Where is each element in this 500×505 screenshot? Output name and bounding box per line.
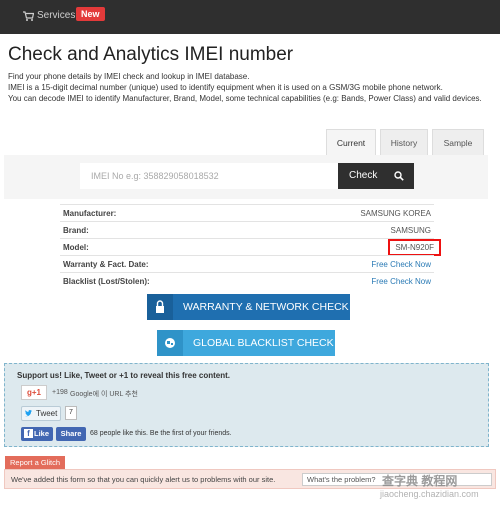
new-badge: New (76, 7, 105, 21)
page-title: Check and Analytics IMEI number (8, 44, 294, 65)
services-menu-link[interactable]: Services (37, 10, 75, 21)
tab-history[interactable]: History (380, 129, 428, 156)
table-row-brand: Brand: SAMSUNG (60, 221, 434, 238)
facebook-like-button[interactable]: f Like (21, 427, 53, 441)
check-button[interactable]: Check (338, 163, 414, 189)
table-row-blacklist: Blacklist (Lost/Stolen): Free Check Now (60, 272, 434, 289)
twitter-bird-icon (25, 410, 32, 417)
field-label: Manufacturer: (63, 209, 117, 218)
social-unlock-box: Support us! Like, Tweet or +1 to reveal … (4, 363, 489, 447)
watermark-url: jiaocheng.chazidian.com (380, 489, 479, 499)
warranty-network-check-button[interactable]: WARRANTY & NETWORK CHECK (147, 294, 350, 320)
fb-like-label: Like (34, 429, 50, 438)
intro-line: IMEI is a 15-digit decimal number (uniqu… (8, 83, 443, 92)
search-icon (394, 171, 404, 181)
intro-line: You can decode IMEI to identify Manufact… (8, 94, 482, 103)
global-blacklist-check-button[interactable]: GLOBAL BLACKLIST CHECK (157, 330, 335, 356)
blacklist-button-label: GLOBAL BLACKLIST CHECK (193, 337, 334, 349)
brand-value: SAMSUNG (390, 226, 431, 235)
globe-icon (157, 330, 183, 356)
facebook-share-button[interactable]: Share (56, 427, 86, 441)
intro-line: Find your phone details by IMEI check an… (8, 72, 250, 81)
facebook-like-count-text: 68 people like this. Be the first of you… (90, 430, 232, 437)
tweet-label: Tweet (36, 409, 58, 418)
check-button-label: Check (349, 170, 378, 181)
tab-current[interactable]: Current (326, 129, 376, 156)
gplus-text: Google에 이 URL 추천 (70, 391, 138, 398)
table-row-model: Model: SM-N920F (60, 238, 441, 256)
report-glitch-tab[interactable]: Report a Glitch (5, 456, 65, 469)
google-plus-one-button[interactable]: g+1 (21, 385, 47, 400)
cart-icon (23, 11, 34, 21)
table-row-warranty: Warranty & Fact. Date: Free Check Now (60, 255, 434, 272)
facebook-icon: f (24, 429, 33, 438)
field-label: Model: (63, 243, 89, 252)
gplus-count: +198 (52, 389, 68, 396)
top-navbar: Services New (0, 0, 500, 34)
field-label: Warranty & Fact. Date: (63, 260, 149, 269)
manufacturer-value: SAMSUNG KOREA (360, 209, 431, 218)
glitch-description: We've added this form so that you can qu… (11, 475, 276, 484)
tab-sample[interactable]: Sample (432, 129, 484, 156)
field-label: Blacklist (Lost/Stolen): (63, 277, 150, 286)
device-info-table: Manufacturer: SAMSUNG KOREA Brand: SAMSU… (60, 204, 441, 289)
table-row-manufacturer: Manufacturer: SAMSUNG KOREA (60, 204, 434, 221)
blacklist-check-link[interactable]: Free Check Now (371, 277, 431, 286)
warranty-check-link[interactable]: Free Check Now (371, 260, 431, 269)
field-label: Brand: (63, 226, 89, 235)
lock-icon (147, 294, 173, 320)
tweet-count: 7 (65, 406, 77, 420)
tweet-button[interactable]: Tweet (21, 406, 61, 421)
intro-text: Find your phone details by IMEI check an… (8, 71, 488, 104)
model-value-highlighted: SM-N920F (388, 239, 441, 256)
imei-input[interactable] (80, 163, 338, 189)
watermark-text: 查字典 教程网 (382, 474, 458, 488)
warranty-button-label: WARRANTY & NETWORK CHECK (183, 301, 349, 313)
support-title: Support us! Like, Tweet or +1 to reveal … (17, 371, 231, 380)
